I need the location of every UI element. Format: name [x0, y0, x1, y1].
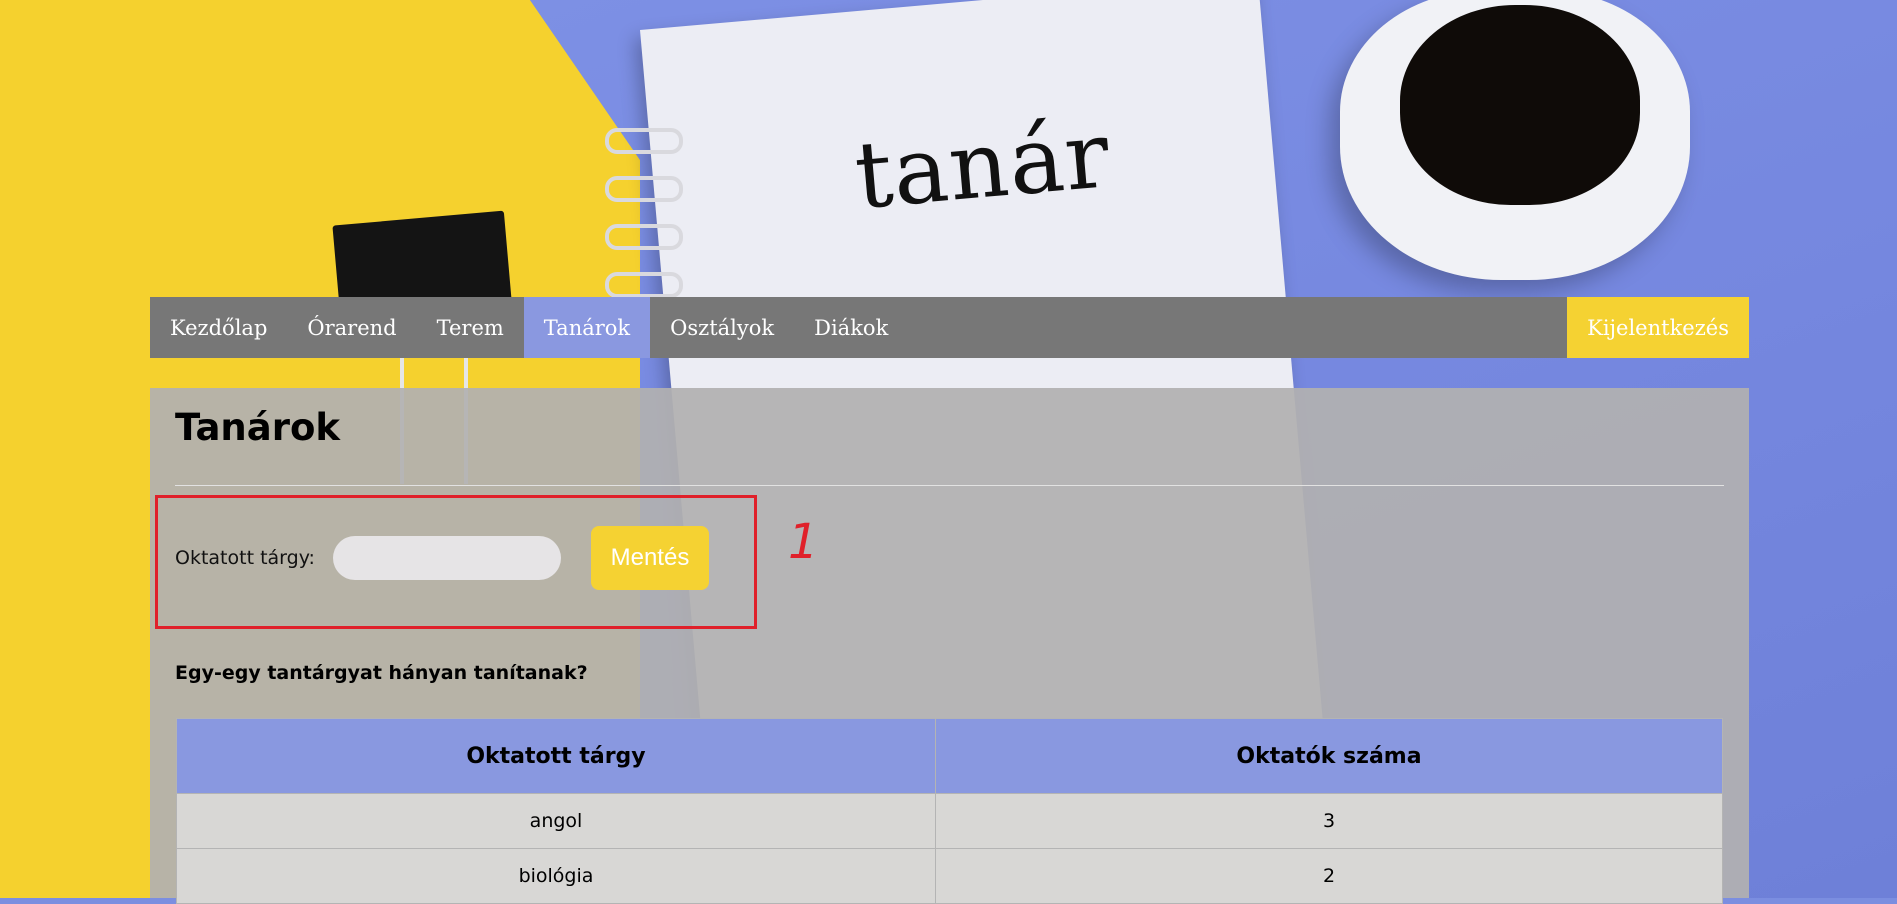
cell-count: 2 — [935, 848, 1723, 904]
save-button[interactable]: Mentés — [590, 526, 709, 590]
page-title: Tanárok — [175, 406, 341, 449]
nav-item-orarend[interactable]: Órarend — [287, 297, 416, 358]
cell-subject: biológia — [176, 848, 936, 904]
nav-item-tanarok[interactable]: Tanárok — [523, 297, 651, 358]
teacher-count-table: Oktatott tárgy Oktatók száma angol 3 bio… — [176, 718, 1723, 904]
subject-form: Oktatott tárgy: Mentés — [175, 526, 709, 590]
notebook-ring — [605, 176, 683, 202]
table-row: angol 3 — [176, 793, 1723, 849]
annotation-number: 1 — [788, 514, 819, 570]
table-header-row: Oktatott tárgy Oktatók száma — [176, 718, 1723, 794]
table-question: Egy-egy tantárgyat hányan tanítanak? — [175, 662, 588, 684]
title-divider — [175, 485, 1724, 486]
nav-item-kezdolap[interactable]: Kezdőlap — [150, 297, 287, 358]
notebook-ring — [605, 272, 683, 298]
nav-item-diakok[interactable]: Diákok — [794, 297, 908, 358]
header-subject: Oktatott tárgy — [176, 718, 936, 794]
cell-subject: angol — [176, 793, 936, 849]
content-panel: Tanárok Oktatott tárgy: Mentés 1 Egy-egy… — [150, 388, 1749, 904]
notebook-ring — [605, 128, 683, 154]
notebook-word: tanár — [850, 101, 1115, 230]
cell-count: 3 — [935, 793, 1723, 849]
logout-button[interactable]: Kijelentkezés — [1567, 297, 1749, 358]
nav-item-osztalyok[interactable]: Osztályok — [650, 297, 794, 358]
coffee-image — [1400, 5, 1640, 205]
subject-label: Oktatott tárgy: — [175, 547, 315, 569]
header-teacher-count: Oktatók száma — [935, 718, 1723, 794]
main-nav: Kezdőlap Órarend Terem Tanárok Osztályok… — [150, 297, 1749, 358]
nav-item-terem[interactable]: Terem — [417, 297, 524, 358]
notebook-ring — [605, 224, 683, 250]
table-row: biológia 2 — [176, 848, 1723, 904]
subject-input[interactable] — [332, 536, 561, 580]
